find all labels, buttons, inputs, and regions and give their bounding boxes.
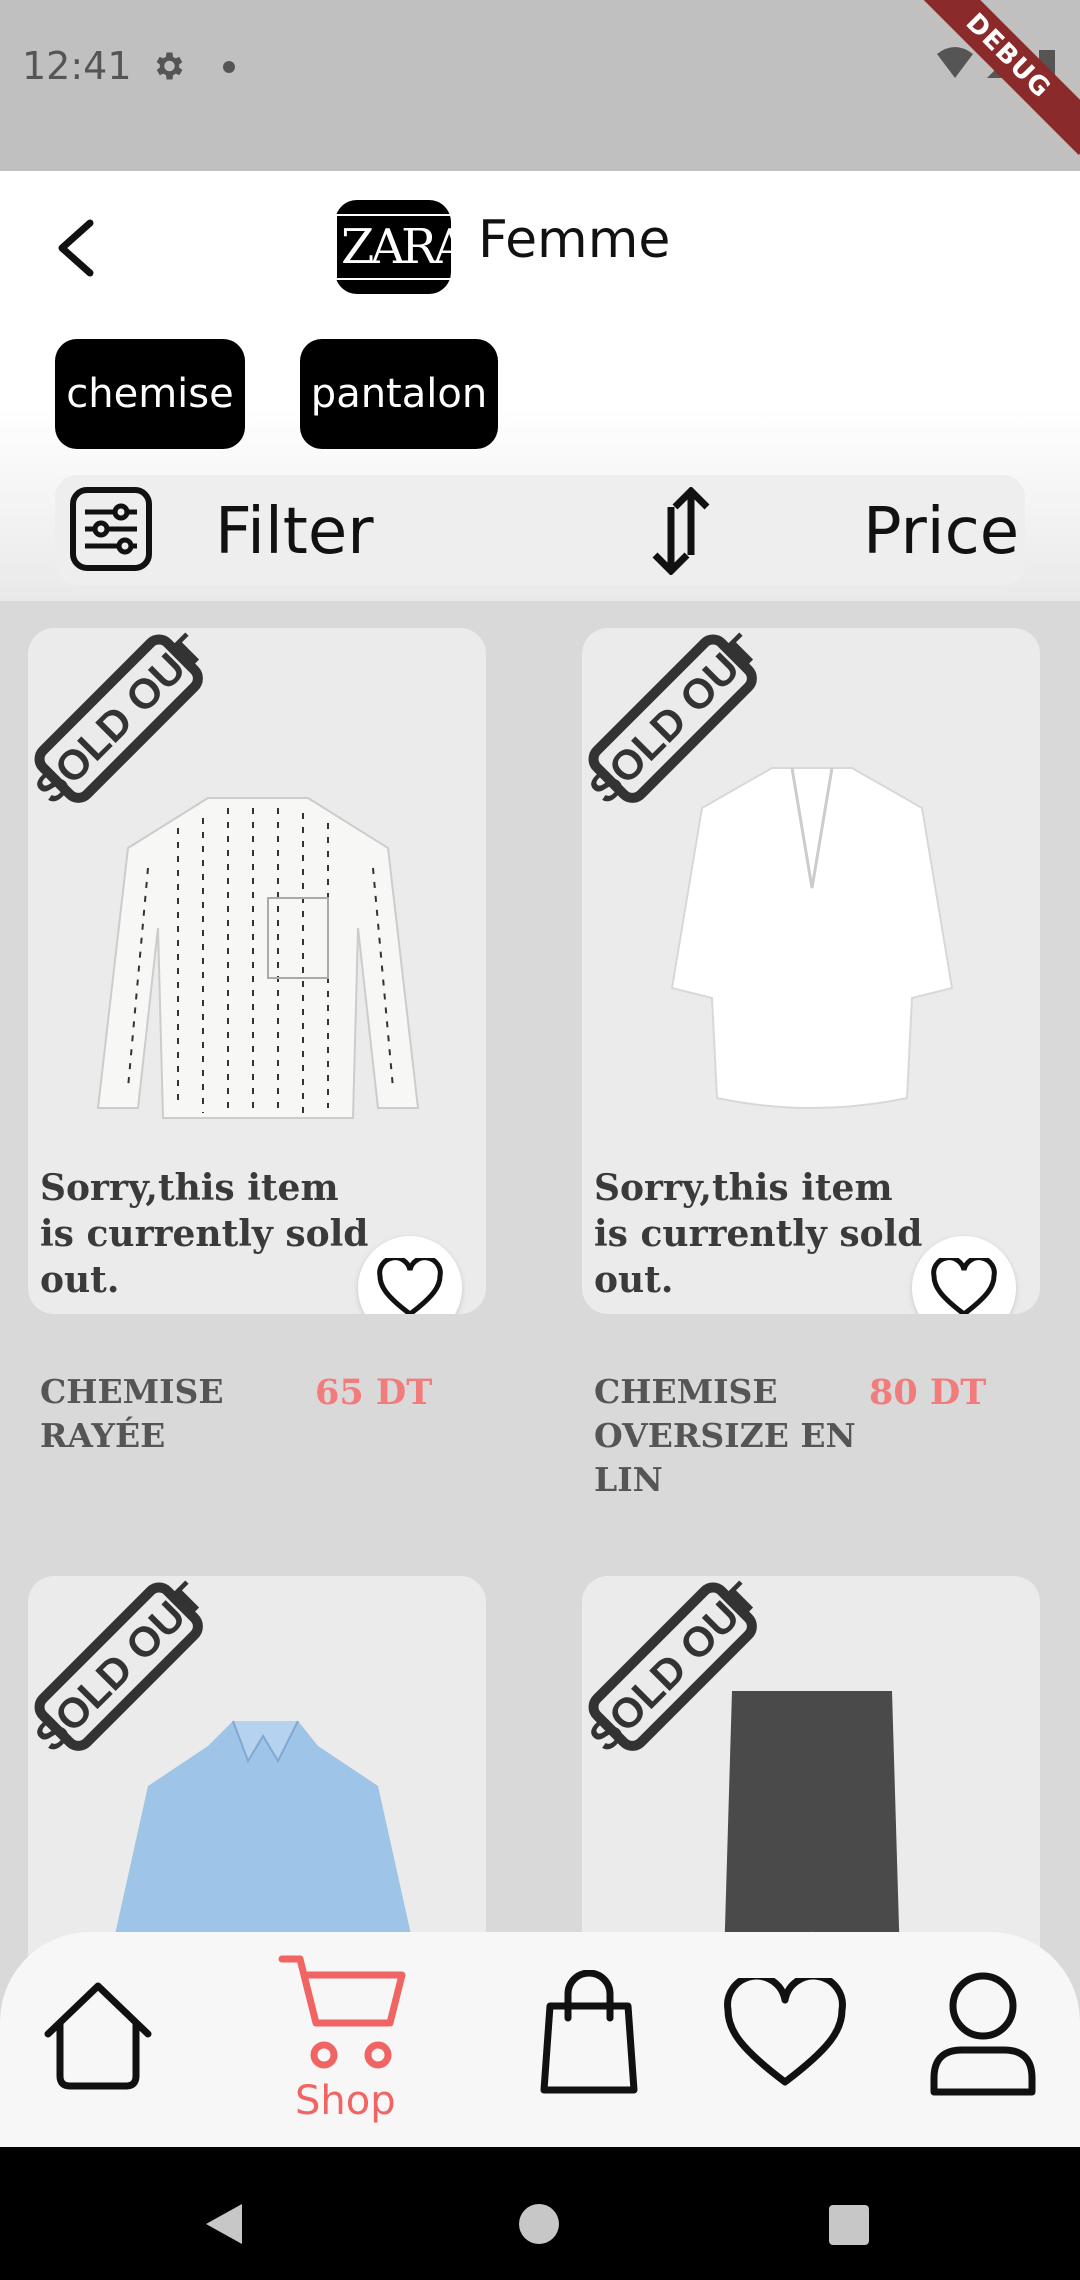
product-card[interactable]: SOLD OUT Sorry,this item is currently so…: [28, 628, 486, 1314]
settings-gear-icon: [156, 52, 183, 80]
back-arrow-icon[interactable]: [50, 215, 106, 281]
product-price: 65 DT: [315, 1372, 433, 1413]
shop-nav-label[interactable]: Shop: [295, 2078, 396, 2124]
product-price: 80 DT: [869, 1372, 987, 1413]
profile-user-icon[interactable]: [928, 1970, 1038, 2098]
system-home-icon[interactable]: [518, 2203, 560, 2245]
filter-label[interactable]: Filter: [215, 495, 374, 569]
heart-icon: [377, 1258, 443, 1314]
heart-icon: [931, 1258, 997, 1314]
black-trousers-image: [724, 1691, 900, 1961]
sold-out-badge-icon: SOLD OUT: [28, 628, 208, 808]
linen-shirt-image: [670, 767, 954, 1109]
product-card[interactable]: SOLD OUT Sorry,this item is currently so…: [582, 628, 1040, 1314]
shopping-bag-icon[interactable]: [538, 1970, 640, 2098]
sort-price-label[interactable]: Price: [863, 495, 1019, 569]
sort-arrows-icon[interactable]: [645, 487, 717, 575]
system-back-icon[interactable]: [204, 2202, 244, 2246]
product-name: CHEMISE RAYÉE: [40, 1372, 224, 1455]
product-name: CHEMISE OVERSIZE EN LIN: [594, 1372, 856, 1499]
filter-sliders-icon[interactable]: [69, 486, 153, 572]
striped-shirt-image: [96, 797, 420, 1119]
favorites-heart-icon[interactable]: [722, 1978, 848, 2090]
sold-out-badge-text: SOLD OUT: [28, 628, 208, 808]
brand-logo: ZARA: [335, 200, 470, 294]
brand-logo-text: ZARA: [335, 214, 470, 280]
status-time: 12:41: [22, 44, 132, 88]
system-navigation-bar: [0, 2147, 1080, 2280]
filter-sort-bar: Filter Price: [55, 475, 1025, 585]
notification-dot-icon: [223, 61, 235, 73]
category-chip-chemise[interactable]: chemise: [55, 339, 245, 449]
system-recents-icon[interactable]: [829, 2205, 869, 2245]
shop-cart-icon[interactable]: [278, 1953, 408, 2073]
home-icon[interactable]: [42, 1980, 154, 2092]
category-chip-pantalon[interactable]: pantalon: [300, 339, 498, 449]
status-bar: 12:41 DEBUG: [0, 0, 1080, 171]
sold-out-message: Sorry,this item is currently sold out.: [594, 1167, 923, 1301]
blue-shirt-image: [108, 1720, 418, 1966]
page-title: Femme: [478, 210, 671, 270]
sold-out-message: Sorry,this item is currently sold out.: [40, 1167, 369, 1301]
